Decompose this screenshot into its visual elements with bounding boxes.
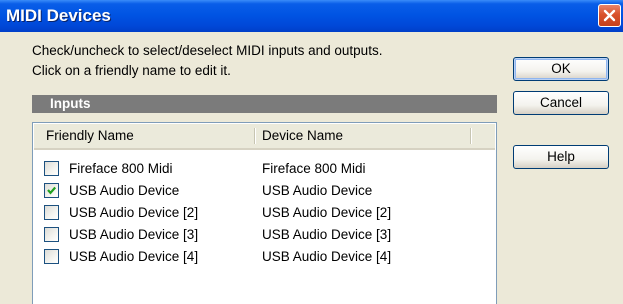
ok-button[interactable]: OK xyxy=(513,57,609,81)
midi-devices-dialog: MIDI Devices Check/uncheck to select/des… xyxy=(0,0,623,304)
inputs-list[interactable]: Friendly Name Device Name Fireface 800 M… xyxy=(32,122,497,304)
list-item[interactable]: USB Audio Device [2] USB Audio Device [2… xyxy=(34,202,495,224)
device-name-cell: USB Audio Device xyxy=(262,183,373,198)
list-item[interactable]: Fireface 800 Midi Fireface 800 Midi xyxy=(34,158,495,180)
instructions-line-1: Check/uncheck to select/deselect MIDI in… xyxy=(32,43,383,58)
help-button[interactable]: Help xyxy=(513,145,609,169)
cancel-button[interactable]: Cancel xyxy=(513,91,609,115)
column-divider[interactable] xyxy=(254,128,256,144)
device-name-cell: USB Audio Device [3] xyxy=(262,227,392,242)
close-button[interactable] xyxy=(598,4,621,27)
input-checkbox[interactable] xyxy=(44,249,59,264)
input-checkbox[interactable] xyxy=(44,227,59,242)
friendly-name-cell[interactable]: USB Audio Device xyxy=(69,180,179,201)
column-header-friendly-name[interactable]: Friendly Name xyxy=(46,124,134,148)
list-header: Friendly Name Device Name xyxy=(34,124,495,150)
checkmark-icon xyxy=(47,186,57,195)
list-item[interactable]: USB Audio Device USB Audio Device xyxy=(34,180,495,202)
device-name-cell: USB Audio Device [2] xyxy=(262,205,392,220)
instructions-line-2: Click on a friendly name to edit it. xyxy=(32,63,231,78)
input-checkbox[interactable] xyxy=(44,183,59,198)
friendly-name-cell[interactable]: Fireface 800 Midi xyxy=(69,158,173,179)
input-checkbox[interactable] xyxy=(44,205,59,220)
close-icon xyxy=(603,9,616,22)
title-bar[interactable]: MIDI Devices xyxy=(0,0,623,32)
column-header-device-name[interactable]: Device Name xyxy=(262,124,343,148)
friendly-name-cell[interactable]: USB Audio Device [2] xyxy=(69,202,198,223)
inputs-section-label: Inputs xyxy=(50,96,91,111)
window-title: MIDI Devices xyxy=(6,6,111,25)
list-item[interactable]: USB Audio Device [3] USB Audio Device [3… xyxy=(34,224,495,246)
inputs-section-header: Inputs xyxy=(32,95,497,113)
device-name-cell: Fireface 800 Midi xyxy=(262,161,366,176)
input-checkbox[interactable] xyxy=(44,161,59,176)
list-item[interactable]: USB Audio Device [4] USB Audio Device [4… xyxy=(34,246,495,268)
device-name-cell: USB Audio Device [4] xyxy=(262,249,392,264)
instructions-text: Check/uncheck to select/deselect MIDI in… xyxy=(32,41,382,81)
friendly-name-cell[interactable]: USB Audio Device [3] xyxy=(69,224,198,245)
column-divider[interactable] xyxy=(470,128,472,144)
friendly-name-cell[interactable]: USB Audio Device [4] xyxy=(69,246,198,267)
